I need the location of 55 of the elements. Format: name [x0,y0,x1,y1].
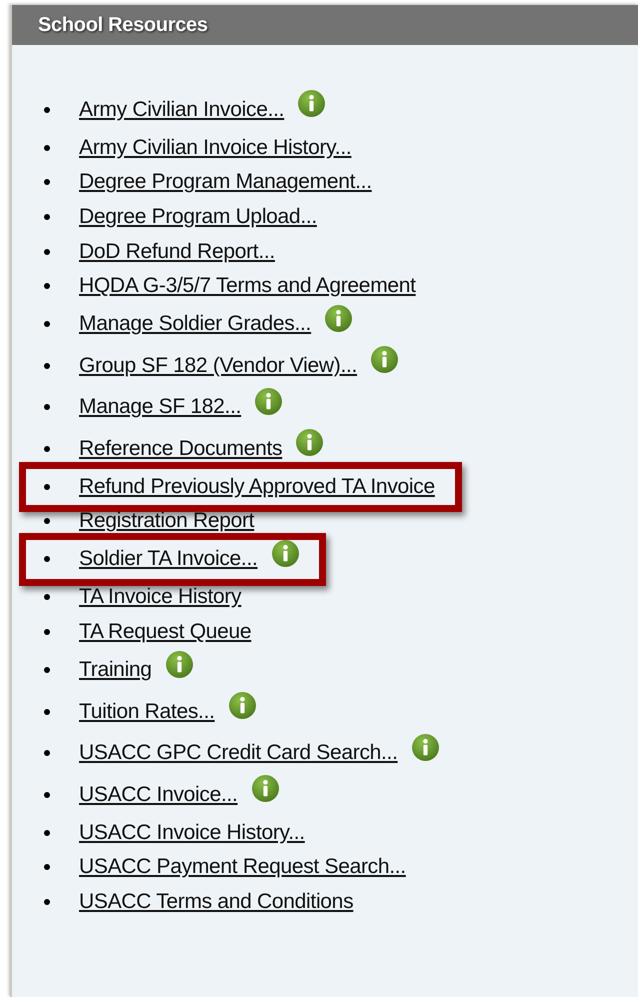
bullet-icon [44,446,50,452]
resource-link[interactable]: Army Civilian Invoice... [79,98,284,122]
resource-link[interactable]: Degree Program Management... [79,170,372,194]
resource-link[interactable]: USACC GPC Credit Card Search... [79,741,398,766]
resource-link[interactable]: USACC Terms and Conditions [79,890,354,914]
bullet-icon [44,594,50,600]
resource-link[interactable]: USACC Invoice History... [79,820,305,845]
info-icon[interactable] [412,734,439,761]
bullet-icon [44,556,50,562]
bullet-icon [44,629,50,636]
bullet-icon [44,792,50,798]
resource-link[interactable]: TA Invoice History [79,585,242,610]
bullet-icon [44,518,50,524]
bullet-icon [44,830,50,836]
bullet-icon [44,179,50,186]
bullet-icon [44,484,50,490]
info-icon[interactable] [255,388,282,415]
resource-link[interactable]: USACC Invoice... [79,782,238,807]
info-icon[interactable] [296,429,324,456]
resource-link[interactable]: TA Request Queue [79,620,252,644]
bullet-icon [44,283,50,290]
bullet-icon [44,214,50,220]
bullet-icon [44,106,50,113]
bullet-icon [44,898,50,905]
panel-title: School Resources [38,14,208,36]
resource-link[interactable]: Manage SF 182... [79,395,242,420]
resource-link[interactable]: DoD Refund Report... [79,240,275,264]
resource-link[interactable]: USACC Payment Request Search... [79,855,406,880]
resource-link[interactable]: Reference Documents [79,436,282,461]
bullet-icon [44,708,50,715]
bullet-icon [44,248,50,255]
info-icon[interactable] [228,692,256,720]
resource-link[interactable]: HQDA G-3/5/7 Terms and Agreement [79,274,416,298]
bullet-icon [44,750,50,756]
resource-link[interactable]: Refund Previously Approved TA Invoice [79,474,435,499]
info-icon[interactable] [272,540,299,567]
info-icon[interactable] [325,304,352,332]
bullet-icon [44,144,50,151]
resource-link[interactable]: Degree Program Upload... [79,204,317,229]
bullet-icon [44,404,50,410]
resource-link[interactable]: Army Civilian Invoice History... [79,136,352,160]
resource-link[interactable]: Registration Report [79,509,254,534]
info-icon[interactable] [298,90,326,118]
bullet-icon [44,864,50,870]
info-icon[interactable] [371,346,398,374]
info-icon[interactable] [166,650,193,678]
resource-link[interactable]: Group SF 182 (Vendor View)... [79,354,358,378]
bullet-icon [44,667,50,674]
resource-link[interactable]: Soldier TA Invoice... [79,547,258,572]
resource-link[interactable]: Manage Soldier Grades... [79,312,312,336]
resource-link[interactable]: Training [79,658,152,682]
resource-link[interactable]: Tuition Rates... [79,700,215,724]
bullet-icon [44,321,50,328]
info-icon[interactable] [252,775,279,802]
bullet-icon [44,362,50,369]
